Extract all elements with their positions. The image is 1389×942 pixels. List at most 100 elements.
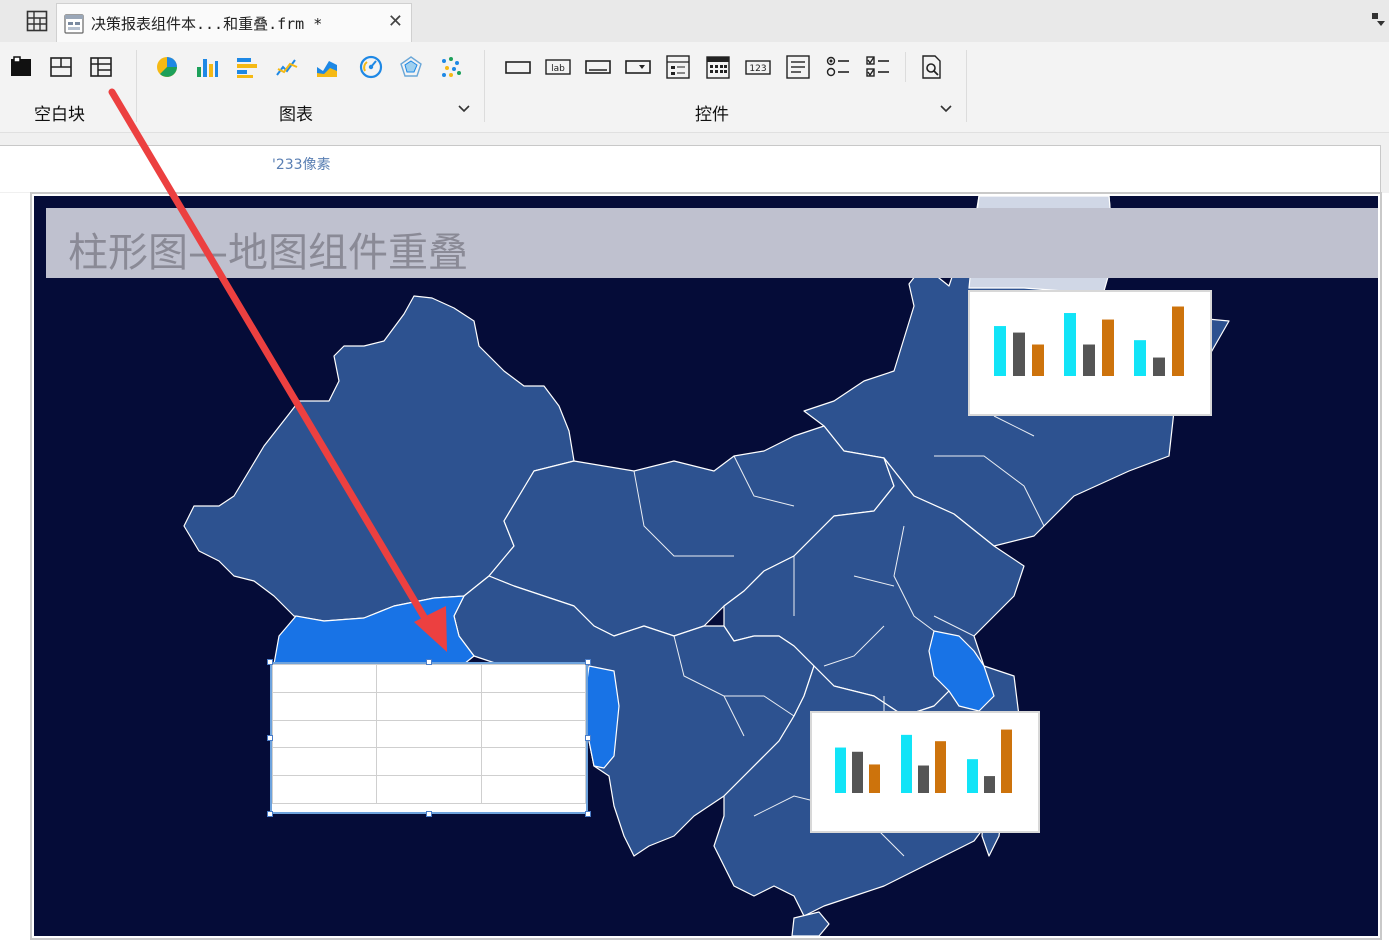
table-cell[interactable] xyxy=(271,664,378,693)
bar-chart xyxy=(994,306,1184,376)
table-cell[interactable] xyxy=(376,719,482,749)
bar-mark xyxy=(1083,344,1095,376)
absolute-block-icon[interactable] xyxy=(8,54,34,80)
title-banner[interactable]: 柱形图—地图组件重叠 xyxy=(46,208,1378,278)
gauge-chart-icon[interactable] xyxy=(358,54,384,80)
ruler: '233像素 xyxy=(0,145,1381,192)
bar-chart xyxy=(835,729,1012,793)
multi-line-text-icon[interactable] xyxy=(785,54,811,80)
bar-mark xyxy=(994,326,1006,376)
table-cell[interactable] xyxy=(480,664,587,693)
bar-chart-icon[interactable] xyxy=(194,54,220,80)
ribbon-divider xyxy=(905,52,906,82)
table-row[interactable] xyxy=(271,664,587,693)
line-chart-icon[interactable] xyxy=(274,54,300,80)
chart-widget-south[interactable] xyxy=(810,711,1040,833)
pie-chart-icon[interactable] xyxy=(154,54,180,80)
bar-mark xyxy=(935,741,946,793)
scatter-chart-icon[interactable] xyxy=(438,54,464,80)
checkbox-group-icon[interactable] xyxy=(865,54,891,80)
query-button-icon[interactable] xyxy=(919,54,945,80)
table-cell[interactable] xyxy=(480,691,587,721)
dropdown-widget-icon[interactable] xyxy=(625,54,651,80)
bar-mark xyxy=(1064,313,1076,376)
bar-mark xyxy=(901,734,912,793)
number-widget-icon[interactable]: 123 xyxy=(745,54,771,80)
table-cell[interactable] xyxy=(376,747,482,777)
table-widget[interactable] xyxy=(270,662,588,814)
table-cell[interactable] xyxy=(376,664,482,693)
page-title: 柱形图—地图组件重叠 xyxy=(68,230,468,276)
close-tab-icon[interactable]: ✕ xyxy=(388,12,403,32)
bar-mark xyxy=(1172,306,1184,376)
chevron-down-icon[interactable] xyxy=(457,102,471,120)
bar-mark xyxy=(1134,340,1146,376)
bar-mark xyxy=(1013,332,1025,376)
ribbon-divider xyxy=(966,50,967,122)
ruler-pixel-label: '233像素 xyxy=(272,157,331,173)
horizontal-bar-icon[interactable] xyxy=(234,54,260,80)
ribbon-group-label: 空白块 xyxy=(34,105,85,125)
bar-mark xyxy=(967,759,978,793)
ribbon-group-label: 控件 xyxy=(695,105,729,125)
dashboard-canvas[interactable]: 柱形图—地图组件重叠 xyxy=(34,196,1378,936)
split-layout-icon[interactable] xyxy=(48,54,74,80)
bar-mark xyxy=(869,764,880,793)
bar-mark xyxy=(984,776,995,793)
radar-chart-icon[interactable] xyxy=(398,54,424,80)
ribbon-group-label: 图表 xyxy=(279,105,313,125)
radio-group-icon[interactable] xyxy=(825,54,851,80)
table-cell[interactable] xyxy=(376,691,482,721)
form-file-icon xyxy=(63,13,85,39)
tab-bar: 决策报表组件本...和重叠.frm * ✕ xyxy=(0,0,1389,43)
bar-mark xyxy=(1032,344,1044,376)
resize-handle[interactable] xyxy=(585,659,591,665)
tree-widget-icon[interactable] xyxy=(665,54,691,80)
bar-mark xyxy=(918,765,929,793)
grid-layout-icon[interactable] xyxy=(88,54,114,80)
resize-handle[interactable] xyxy=(585,811,591,817)
table-cell[interactable] xyxy=(271,747,378,777)
resize-handle[interactable] xyxy=(585,735,591,741)
table-cell[interactable] xyxy=(480,747,587,777)
resize-handle[interactable] xyxy=(426,659,432,665)
resize-handle[interactable] xyxy=(426,811,432,817)
table-cell[interactable] xyxy=(480,719,587,749)
table-cell[interactable] xyxy=(271,775,378,804)
table-cell[interactable] xyxy=(376,775,482,804)
ribbon-group-widgets: lab 123 控件 xyxy=(485,42,965,132)
area-chart-icon[interactable] xyxy=(314,54,340,80)
table-cell[interactable] xyxy=(480,775,587,804)
grid-view-icon[interactable] xyxy=(22,6,52,36)
bar-mark xyxy=(1102,319,1114,376)
ruler-strip: '233像素 xyxy=(0,133,1389,193)
ribbon-group-blank-block: 空白块 xyxy=(0,42,135,132)
bar-mark xyxy=(1001,729,1012,793)
resize-handle[interactable] xyxy=(267,735,273,741)
chart-widget-northeast[interactable] xyxy=(968,290,1212,416)
bar-mark xyxy=(835,747,846,793)
label-widget-icon[interactable]: lab xyxy=(545,54,571,80)
widget-ribbon: 空白块 图表 lab 123 控件 xyxy=(0,42,1389,133)
bar-mark xyxy=(1153,357,1165,376)
resize-handle[interactable] xyxy=(267,659,273,665)
bar-mark xyxy=(852,751,863,793)
button-widget-icon[interactable] xyxy=(585,54,611,80)
map-region-hainan xyxy=(791,911,830,936)
table-row[interactable] xyxy=(271,691,587,721)
label-widget-text: lab xyxy=(551,64,565,74)
table-row[interactable] xyxy=(271,719,587,749)
table-cell[interactable] xyxy=(271,719,378,749)
text-field-icon[interactable] xyxy=(505,54,531,80)
resize-handle[interactable] xyxy=(267,811,273,817)
table-cell[interactable] xyxy=(271,691,378,721)
corner-dropdown-icon[interactable] xyxy=(1371,12,1387,32)
document-tab-title: 决策报表组件本...和重叠.frm * xyxy=(91,15,323,33)
report-table[interactable] xyxy=(271,664,587,804)
date-widget-icon[interactable] xyxy=(705,54,731,80)
chevron-down-icon[interactable] xyxy=(939,102,953,120)
table-row[interactable] xyxy=(271,747,587,777)
number-widget-text: 123 xyxy=(749,64,766,74)
table-row[interactable] xyxy=(271,775,587,804)
document-tab[interactable]: 决策报表组件本...和重叠.frm * ✕ xyxy=(56,3,412,42)
